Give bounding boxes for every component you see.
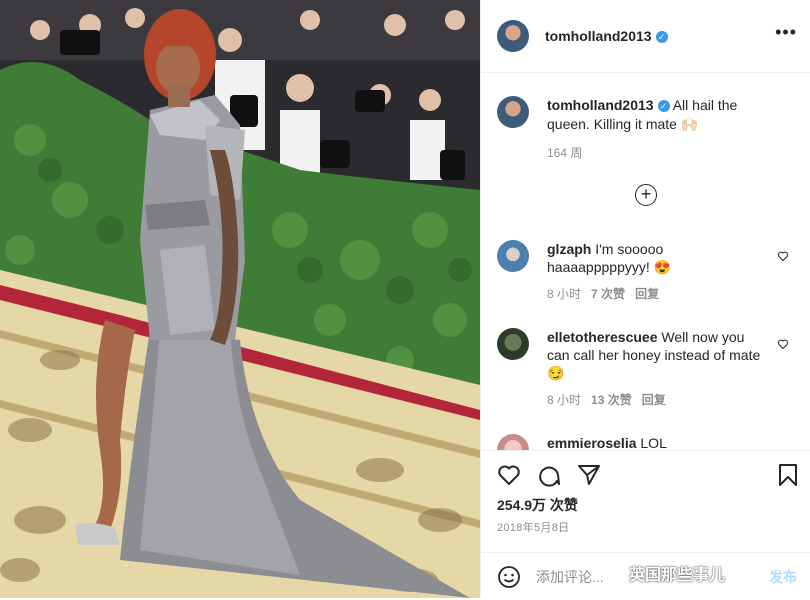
like-count[interactable]: 254.9万 次赞	[497, 495, 578, 515]
emoji-icon[interactable]	[497, 565, 521, 589]
post-actions: 254.9万 次赞 2018年5月8日 添加评论... 英国那些事儿 发布	[481, 450, 810, 599]
post-photo[interactable]	[0, 0, 480, 598]
post-comment-button[interactable]: 发布	[769, 567, 797, 587]
comment-reply-button[interactable]: 回复	[642, 393, 666, 407]
comment-bubble-icon[interactable]	[537, 463, 561, 487]
caption-avatar[interactable]	[497, 96, 529, 128]
comment-meta: 8 小时 13 次赞 回复	[547, 391, 767, 409]
comment-username[interactable]: elletotherescuee	[547, 329, 658, 345]
post-date[interactable]: 2018年5月8日	[497, 519, 569, 535]
comment-age[interactable]: 8 小时	[547, 287, 581, 301]
caption: tomholland2013 ✓ All hail the queen. Kill…	[547, 96, 777, 163]
comment-likes[interactable]: 13 次赞	[591, 393, 632, 407]
comment-likes[interactable]: 7 次赞	[591, 287, 625, 301]
share-paper-plane-icon[interactable]	[577, 463, 601, 487]
comment-avatar[interactable]	[497, 434, 529, 450]
author-username[interactable]: tomholland2013	[545, 28, 652, 44]
comment-username[interactable]: emmieroselia	[547, 435, 637, 450]
post-detail-panel: tomholland2013 ✓ ••• tomholland2013 ✓ All …	[480, 0, 810, 598]
author-name-row: tomholland2013 ✓	[545, 28, 668, 46]
comment-avatar[interactable]	[497, 328, 529, 360]
post-header: tomholland2013 ✓ •••	[481, 0, 810, 73]
like-comment-heart-icon[interactable]	[777, 338, 789, 350]
caption-age[interactable]: 164 周	[547, 144, 777, 163]
comment-item-clipped: emmieroselia LOL	[481, 430, 810, 450]
verified-badge-icon: ✓	[655, 30, 668, 43]
comment-meta: 8 小时 7 次赞 回复	[547, 285, 767, 303]
comment-input[interactable]: 添加评论...	[536, 567, 604, 587]
like-heart-icon[interactable]	[497, 463, 521, 487]
caption-username[interactable]: tomholland2013	[547, 97, 654, 113]
save-bookmark-icon[interactable]	[777, 463, 799, 487]
like-comment-heart-icon[interactable]	[777, 250, 789, 262]
comment-reply-button[interactable]: 回复	[635, 287, 659, 301]
comment-item: glzaph I'm sooooo haaaapppppyyy! 😍 8 小时 …	[547, 240, 767, 303]
watermark: 英国那些事儿	[629, 567, 726, 584]
add-comment-bar: 添加评论... 英国那些事儿 发布	[481, 552, 810, 600]
comment-avatar[interactable]	[497, 240, 529, 272]
verified-badge-icon: ✓	[657, 100, 670, 113]
more-options-icon[interactable]: •••	[775, 22, 797, 43]
load-more-comments-icon[interactable]: +	[635, 184, 657, 206]
comment-age[interactable]: 8 小时	[547, 393, 581, 407]
author-avatar[interactable]	[497, 20, 529, 52]
comment-body: emmieroselia LOL	[547, 434, 767, 450]
comment-username[interactable]: glzaph	[547, 241, 591, 257]
comment-text: LOL	[640, 435, 667, 450]
comment-item: elletotherescuee Well now you can call h…	[547, 328, 767, 409]
